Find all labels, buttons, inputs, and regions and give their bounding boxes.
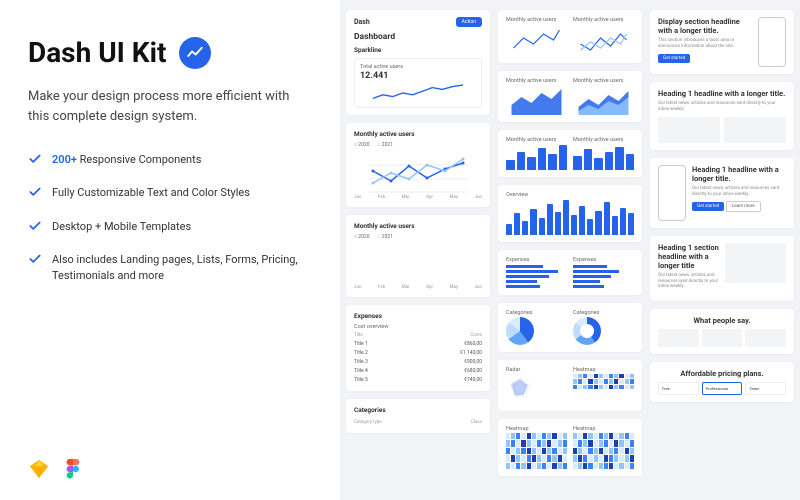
expenses-hbar-pair: Expenses Expenses bbox=[498, 250, 642, 295]
tool-icons bbox=[28, 458, 312, 480]
card-title: Monthly active users bbox=[354, 130, 482, 138]
logo-badge bbox=[179, 37, 211, 69]
cta-button[interactable]: Get started bbox=[658, 54, 690, 63]
preview-col-1: Dash Action Dashboard Sparkline Total ac… bbox=[346, 10, 490, 490]
sparkline-label: Sparkline bbox=[354, 46, 482, 54]
feature-text: 200+ Responsive Components bbox=[52, 152, 201, 167]
phone-mockup-icon bbox=[758, 17, 786, 67]
donut-chart bbox=[573, 317, 601, 345]
heatmap-pair: Heatmap Heatmap bbox=[498, 419, 642, 476]
cta-button[interactable]: Get started bbox=[692, 202, 724, 211]
feature-item: Desktop + Mobile Templates bbox=[28, 219, 312, 234]
feature-text: Desktop + Mobile Templates bbox=[52, 219, 191, 234]
categories-pie-pair: Categories Categories bbox=[498, 303, 642, 352]
mau-mini-pair: Monthly active users Monthly active user… bbox=[498, 10, 642, 63]
sketch-icon bbox=[28, 458, 50, 480]
pie-chart bbox=[506, 317, 534, 345]
placeholder-icon bbox=[658, 117, 720, 143]
trend-line-icon bbox=[186, 44, 204, 62]
title-row: Dash UI Kit bbox=[28, 36, 312, 69]
mau-bar-card: Monthly active users 20202021 JanFebMarA… bbox=[346, 215, 490, 297]
expense-table: TitleCosts Title 1€860,00 Title 2€1.140,… bbox=[354, 331, 482, 384]
mau-bar-mini-pair: Monthly active users Monthly active user… bbox=[498, 130, 642, 177]
brand-label: Dash bbox=[354, 18, 370, 26]
mau-line-card: Monthly active users 20202021 JanFebMarA… bbox=[346, 123, 490, 207]
placeholder-icon bbox=[724, 117, 786, 143]
line-chart bbox=[354, 151, 482, 193]
feature-item: Fully Customizable Text and Color Styles bbox=[28, 185, 312, 200]
feature-item: Also includes Landing pages, Lists, Form… bbox=[28, 252, 312, 283]
heatmap-mini bbox=[573, 374, 634, 400]
overview-bars bbox=[506, 199, 634, 235]
product-title: Dash UI Kit bbox=[28, 36, 167, 69]
heatmap-chart bbox=[506, 433, 567, 469]
marketing-panel: Dash UI Kit Make your design process mor… bbox=[0, 0, 340, 500]
check-icon bbox=[28, 185, 42, 199]
mau-area-pair: Monthly active users Monthly active user… bbox=[498, 71, 642, 122]
check-icon bbox=[28, 252, 42, 266]
preview-col-2: Monthly active users Monthly active user… bbox=[498, 10, 642, 490]
landing-section-card: Heading 1 section headline with a longer… bbox=[650, 236, 794, 302]
figma-icon bbox=[62, 458, 84, 480]
placeholder-icon bbox=[725, 243, 786, 283]
card-title: Monthly active users bbox=[354, 222, 482, 230]
chart-legend: 20202021 bbox=[354, 142, 482, 148]
card-title: Categories bbox=[354, 406, 482, 414]
card-title: Expenses bbox=[354, 312, 482, 320]
action-button[interactable]: Action bbox=[456, 17, 482, 27]
categories-card: Categories Category typeClass bbox=[346, 399, 490, 433]
preview-col-3: Display section headline with a longer t… bbox=[650, 10, 794, 490]
tagline: Make your design process more efficient … bbox=[28, 87, 312, 126]
feature-list: 200+ Responsive Components Fully Customi… bbox=[28, 152, 312, 283]
dashboard-title: Dashboard bbox=[354, 32, 482, 42]
chart-legend: 20202021 bbox=[354, 234, 482, 240]
feature-text: Also includes Landing pages, Lists, Form… bbox=[52, 252, 312, 283]
landing-h1-card: Heading 1 headline with a longer title. … bbox=[650, 82, 794, 150]
landing-hero-card: Display section headline with a longer t… bbox=[650, 10, 794, 74]
overview-card: Overview bbox=[498, 185, 642, 242]
feature-item: 200+ Responsive Components bbox=[28, 152, 312, 167]
expenses-card: Expenses Cost overview TitleCosts Title … bbox=[346, 305, 490, 391]
check-icon bbox=[28, 152, 42, 166]
x-axis: JanFebMarAprMayJun bbox=[354, 195, 482, 200]
bar-chart bbox=[354, 243, 482, 283]
sparkline-chart bbox=[360, 84, 476, 102]
landing-phone-card: Heading 1 headline with a longer title. … bbox=[650, 158, 794, 228]
preview-grid: Dash Action Dashboard Sparkline Total ac… bbox=[340, 0, 800, 500]
check-icon bbox=[28, 219, 42, 233]
secondary-button[interactable]: Learn more bbox=[726, 201, 761, 212]
spark-sublabel: Total active users bbox=[360, 64, 476, 70]
radar-heatmap-pair: Radar Heatmap bbox=[498, 360, 642, 411]
dashboard-card: Dash Action Dashboard Sparkline Total ac… bbox=[346, 10, 490, 115]
pricing-card: Affordable pricing plans. Free Professio… bbox=[650, 362, 794, 402]
landing-title: Display section headline with a longer t… bbox=[658, 17, 752, 35]
heatmap-chart bbox=[573, 433, 634, 469]
x-axis: JanFebMarAprMayJun bbox=[354, 285, 482, 290]
phone-mockup-icon bbox=[658, 165, 686, 221]
feature-text: Fully Customizable Text and Color Styles bbox=[52, 185, 250, 200]
spark-metric: 12.441 bbox=[360, 71, 476, 81]
radar-chart bbox=[506, 374, 534, 402]
testimonials-card: What people say. bbox=[650, 309, 794, 354]
